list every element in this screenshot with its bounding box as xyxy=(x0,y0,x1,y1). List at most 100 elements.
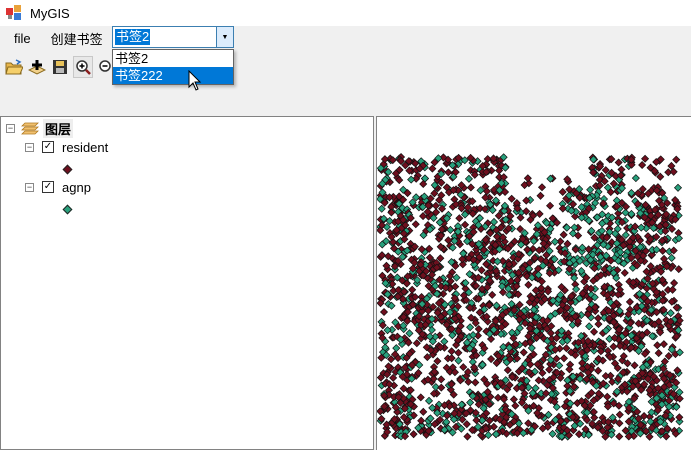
resident-point xyxy=(464,377,473,386)
layer-name[interactable]: resident xyxy=(62,140,108,155)
agnp-point xyxy=(586,185,595,194)
resident-point xyxy=(488,290,497,299)
resident-point xyxy=(509,395,518,404)
resident-point xyxy=(668,285,677,294)
agnp-point xyxy=(585,322,594,331)
agnp-point xyxy=(555,361,564,370)
resident-point xyxy=(412,339,421,348)
collapse-toggle[interactable]: − xyxy=(25,182,34,192)
resident-point xyxy=(638,160,647,170)
resident-symbol-icon xyxy=(62,164,73,175)
open-folder-icon[interactable] xyxy=(4,56,24,78)
agnp-point xyxy=(466,398,475,407)
resident-point xyxy=(664,352,673,361)
agnp-point xyxy=(550,237,559,246)
resident-point xyxy=(463,432,472,441)
resident-point xyxy=(653,341,662,350)
agnp-point xyxy=(466,323,475,332)
resident-point xyxy=(409,430,418,439)
resident-point xyxy=(487,355,496,364)
resident-point xyxy=(670,279,679,288)
resident-point xyxy=(519,348,528,357)
layer-agnp: − ✓ agnp xyxy=(25,178,91,196)
zoom-in-icon[interactable] xyxy=(73,56,93,78)
map-view[interactable] xyxy=(376,116,691,450)
resident-point xyxy=(601,371,610,381)
resident-point xyxy=(537,183,547,192)
agnp-point xyxy=(637,223,646,232)
layers-icon xyxy=(21,122,39,135)
title-bar: MyGIS xyxy=(0,0,691,26)
resident-point xyxy=(507,194,516,203)
resident-point xyxy=(447,347,456,356)
resident-point xyxy=(536,191,545,200)
toc-root: − 图层 xyxy=(6,118,74,138)
bookmark-option-highlighted[interactable]: 书签222 xyxy=(113,67,233,84)
resident-point xyxy=(516,213,525,222)
resident-point xyxy=(558,204,567,213)
menu-create-bookmark[interactable]: 创建书签 xyxy=(41,29,113,48)
resident-point xyxy=(589,327,599,336)
resident-point xyxy=(437,375,446,384)
map-canvas[interactable] xyxy=(377,117,691,450)
agnp-point xyxy=(484,431,493,440)
resident-point xyxy=(431,201,440,210)
window-title: MyGIS xyxy=(30,5,70,21)
resident-point xyxy=(614,158,623,167)
resident-point xyxy=(658,246,667,255)
resident-point xyxy=(546,201,555,210)
menu-file[interactable]: file xyxy=(4,31,41,46)
resident-point xyxy=(472,416,481,425)
resident-point xyxy=(630,361,639,370)
resident-point xyxy=(524,280,533,289)
resident-point xyxy=(417,416,426,425)
agnp-point xyxy=(667,253,676,262)
resident-point xyxy=(455,214,464,223)
resident-point xyxy=(411,220,420,229)
agnp-point xyxy=(548,429,557,438)
resident-point xyxy=(419,407,428,416)
resident-point xyxy=(659,340,668,349)
menu-bar: file 创建书签 xyxy=(0,26,113,50)
agnp-point xyxy=(454,356,463,365)
resident-point xyxy=(615,410,624,419)
resident-point xyxy=(559,354,569,363)
save-icon[interactable] xyxy=(50,56,70,78)
layer-visibility-checkbox[interactable]: ✓ xyxy=(42,181,54,193)
agnp-point xyxy=(424,396,434,405)
resident-point xyxy=(654,349,663,358)
resident-point xyxy=(545,365,554,374)
agnp-point xyxy=(392,344,401,353)
layer-visibility-checkbox[interactable]: ✓ xyxy=(42,141,54,153)
add-data-icon[interactable] xyxy=(27,56,47,78)
resident-point xyxy=(437,383,446,392)
resident-point xyxy=(416,393,425,402)
resident-point xyxy=(461,220,470,229)
resident-point xyxy=(625,297,634,306)
resident-point xyxy=(433,357,442,366)
agnp-point xyxy=(631,174,640,183)
resident-point xyxy=(672,155,681,164)
bookmark-option[interactable]: 书签2 xyxy=(113,50,233,67)
resident-point xyxy=(462,420,471,429)
resident-point xyxy=(379,307,389,317)
bookmark-combo-value: 书签2 xyxy=(115,29,151,45)
agnp-point xyxy=(452,273,461,282)
collapse-toggle[interactable]: − xyxy=(6,123,15,133)
resident-point xyxy=(408,285,417,294)
resident-point xyxy=(454,348,463,357)
resident-point xyxy=(511,401,520,410)
bookmark-combo[interactable]: 书签2 ▼ xyxy=(112,26,234,48)
resident-point xyxy=(641,154,650,163)
agnp-point xyxy=(489,217,499,226)
resident-point xyxy=(503,366,512,375)
chevron-down-icon[interactable]: ▼ xyxy=(216,27,233,47)
resident-point xyxy=(594,366,603,375)
toc-root-label[interactable]: 图层 xyxy=(43,118,74,138)
resident-point xyxy=(459,363,468,372)
layer-resident: − ✓ resident xyxy=(25,138,108,156)
agnp-point xyxy=(405,329,414,338)
collapse-toggle[interactable]: − xyxy=(25,142,34,152)
layer-name[interactable]: agnp xyxy=(62,180,91,195)
toolbar xyxy=(4,55,116,79)
